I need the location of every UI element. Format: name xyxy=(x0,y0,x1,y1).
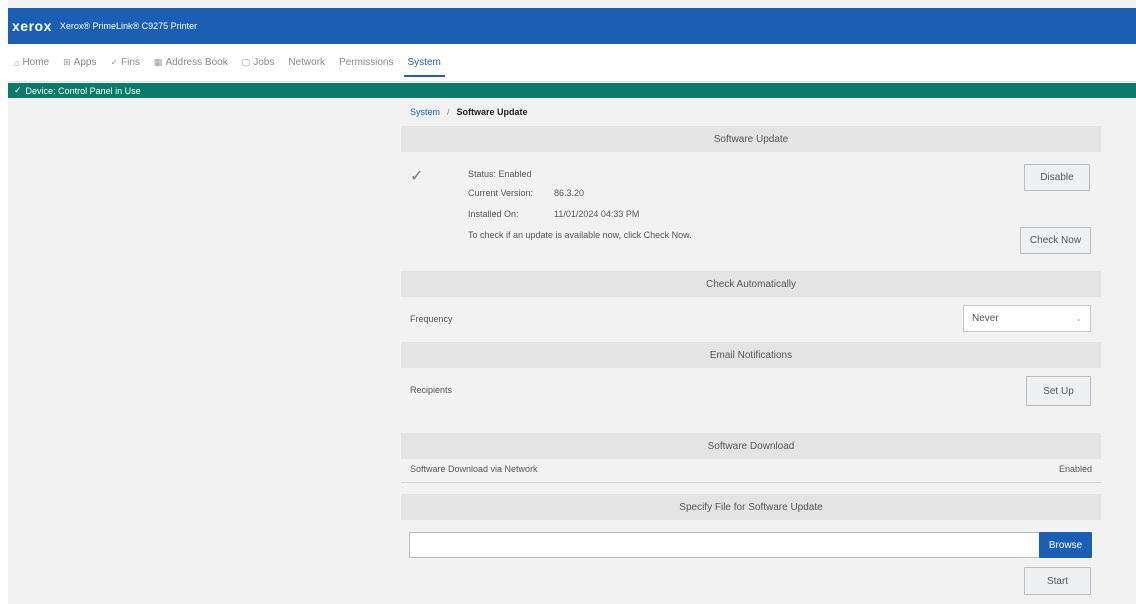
nav-address-book-label: Address Book xyxy=(165,57,228,68)
device-status-bar: ✓ Device: Control Panel in Use xyxy=(8,83,1136,98)
nav-system[interactable]: System xyxy=(403,44,446,81)
set-up-button[interactable]: Set Up xyxy=(1026,376,1091,406)
email-notifications-header: Email Notifications xyxy=(401,342,1101,368)
frequency-label: Frequency xyxy=(410,314,453,324)
nav-jobs[interactable]: ▢ Jobs xyxy=(242,44,275,81)
disable-button[interactable]: Disable xyxy=(1024,164,1090,191)
nav-permissions[interactable]: Permissions xyxy=(339,44,393,81)
installed-on-label: Installed On: xyxy=(468,209,519,219)
address-book-icon: ▦ xyxy=(153,57,163,67)
nav-home-label: Home xyxy=(22,57,50,68)
check-icon: ✓ xyxy=(110,57,119,67)
breadcrumb-separator: / xyxy=(447,107,450,117)
chevron-down-icon: ⌄ xyxy=(1075,314,1082,323)
nav-address-book[interactable]: ▦ Address Book xyxy=(154,44,228,81)
xerox-logo: xerox xyxy=(12,18,52,34)
top-bar: xerox Xerox® PrimeLink® C9275 Printer xyxy=(8,8,1136,44)
recipients-label: Recipients xyxy=(410,385,453,395)
status-enabled-check-icon: ✓ xyxy=(410,168,424,185)
device-status-text: Device: Control Panel in Use xyxy=(25,85,141,96)
file-path-input[interactable] xyxy=(409,532,1041,558)
specify-file-header: Specify File for Software Update xyxy=(401,494,1101,520)
software-update-header: Software Update xyxy=(401,126,1101,152)
breadcrumb: System / Software Update xyxy=(410,107,528,117)
software-download-value: Enabled xyxy=(1058,464,1092,474)
nav-permissions-label: Permissions xyxy=(339,57,394,68)
breadcrumb-current: Software Update xyxy=(456,107,528,117)
start-button[interactable]: Start xyxy=(1024,567,1091,595)
left-margin xyxy=(0,0,8,604)
nav-apps-label: Apps xyxy=(73,57,97,68)
nav-fins[interactable]: ✓ Fins xyxy=(110,44,139,81)
check-now-button[interactable]: Check Now xyxy=(1020,227,1091,254)
check-automatically-header: Check Automatically xyxy=(401,271,1101,297)
nav-apps[interactable]: ⊞ Apps xyxy=(63,44,96,81)
nav-network-label: Network xyxy=(288,57,326,68)
check-now-hint: To check if an update is available now, … xyxy=(468,230,692,240)
software-download-header: Software Download xyxy=(401,433,1101,459)
main-nav: ⌂ Home ⊞ Apps ✓ Fins ▦ Address Book ▢ Jo… xyxy=(8,44,1136,82)
nav-jobs-label: Jobs xyxy=(253,57,275,68)
row-divider xyxy=(401,482,1101,483)
nav-system-label: System xyxy=(407,57,441,68)
jobs-icon: ▢ xyxy=(241,57,251,67)
current-version-value: 86.3.20 xyxy=(554,188,585,198)
app-frame: xerox Xerox® PrimeLink® C9275 Printer ⌂ … xyxy=(8,8,1136,604)
status-check-icon: ✓ xyxy=(14,85,22,95)
installed-on-value: 11/01/2024 04:33 PM xyxy=(554,209,640,219)
breadcrumb-system-link[interactable]: System xyxy=(410,107,440,117)
nav-home[interactable]: ⌂ Home xyxy=(14,44,49,81)
device-name: Xerox® PrimeLink® C9275 Printer xyxy=(59,21,198,31)
browse-button[interactable]: Browse xyxy=(1039,532,1092,558)
frequency-select[interactable]: Never ⌄ xyxy=(963,305,1091,332)
frequency-value: Never xyxy=(972,313,999,324)
apps-icon: ⊞ xyxy=(63,57,71,67)
software-download-label: Software Download via Network xyxy=(410,464,538,474)
home-icon: ⌂ xyxy=(14,57,20,68)
nav-network[interactable]: Network xyxy=(288,44,325,81)
nav-fins-label: Fins xyxy=(121,57,140,68)
current-version-label: Current Version: xyxy=(468,188,534,198)
status-text: Status: Enabled xyxy=(468,169,532,179)
